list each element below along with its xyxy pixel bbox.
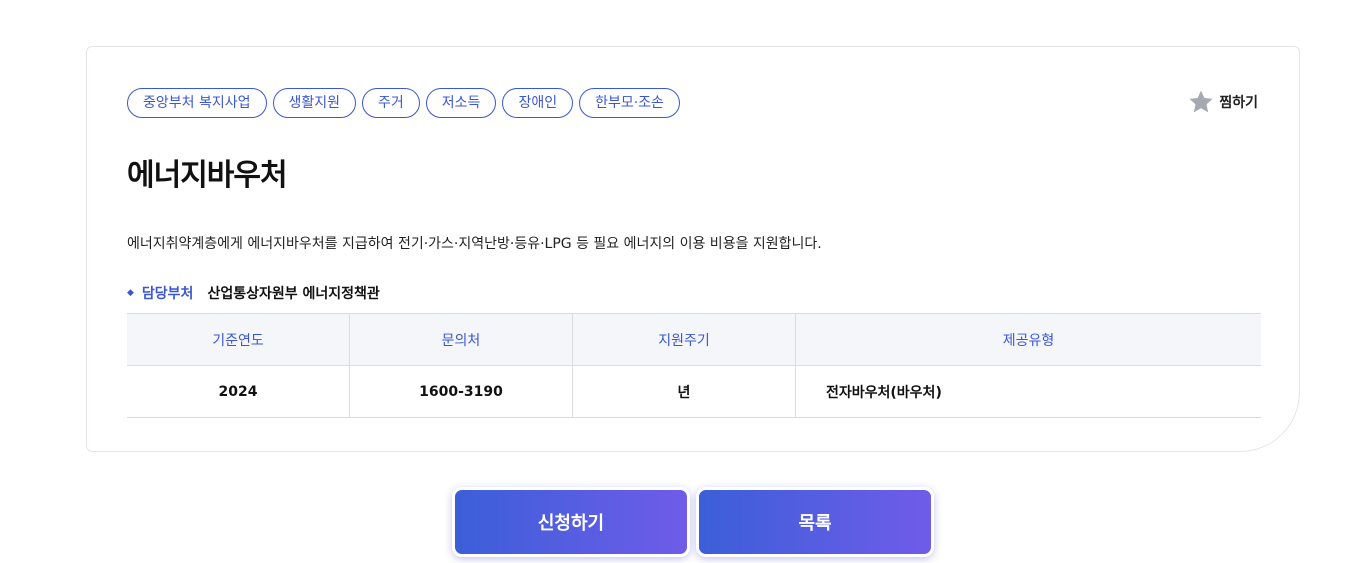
column-header: 문의처 [349,313,573,366]
tag[interactable]: 한부모·조손 [579,88,680,118]
department-info: ◆ 담당부처 산업통상자원부 에너지정책관 [127,283,380,303]
table-cell: 1600-3190 [349,365,573,418]
apply-button[interactable]: 신청하기 [452,487,690,557]
column-header: 지원주기 [572,313,796,366]
tag[interactable]: 장애인 [502,88,574,118]
tag[interactable]: 중앙부처 복지사업 [127,88,267,118]
table-cell: 년 [572,365,796,418]
department-label: 담당부처 [141,286,194,302]
table-cell: 전자바우처(바우처) [795,365,1261,418]
tag-list: 중앙부처 복지사업 생활지원 주거 저소득 장애인 한부모·조손 [127,88,680,118]
info-table: 기준연도 문의처 지원주기 제공유형 2024 1600-3190 년 전자바우… [127,313,1261,418]
favorite-button[interactable]: 찜하기 [1187,88,1258,116]
tag[interactable]: 생활지원 [272,88,357,118]
diamond-bullet-icon: ◆ [127,288,134,298]
star-icon [1189,90,1213,113]
service-detail-card: 중앙부처 복지사업 생활지원 주거 저소득 장애인 한부모·조손 찜하기 에너지… [86,46,1300,452]
tag[interactable]: 주거 [362,88,420,118]
tag[interactable]: 저소득 [425,88,497,118]
service-description: 에너지취약계층에게 에너지바우처를 지급하여 전기·가스·지역난방·등유·LPG… [127,236,822,252]
list-button[interactable]: 목록 [696,487,934,557]
column-header: 기준연도 [127,313,350,366]
action-buttons: 신청하기 목록 [452,487,934,557]
page-title: 에너지바우처 [127,158,288,193]
department-value: 산업통상자원부 에너지정책관 [207,286,380,302]
table-header-row: 기준연도 문의처 지원주기 제공유형 [127,313,1261,366]
column-header: 제공유형 [795,313,1261,366]
favorite-label: 찜하기 [1219,95,1258,111]
table-cell: 2024 [127,365,350,418]
table-row: 2024 1600-3190 년 전자바우처(바우처) [127,365,1261,418]
